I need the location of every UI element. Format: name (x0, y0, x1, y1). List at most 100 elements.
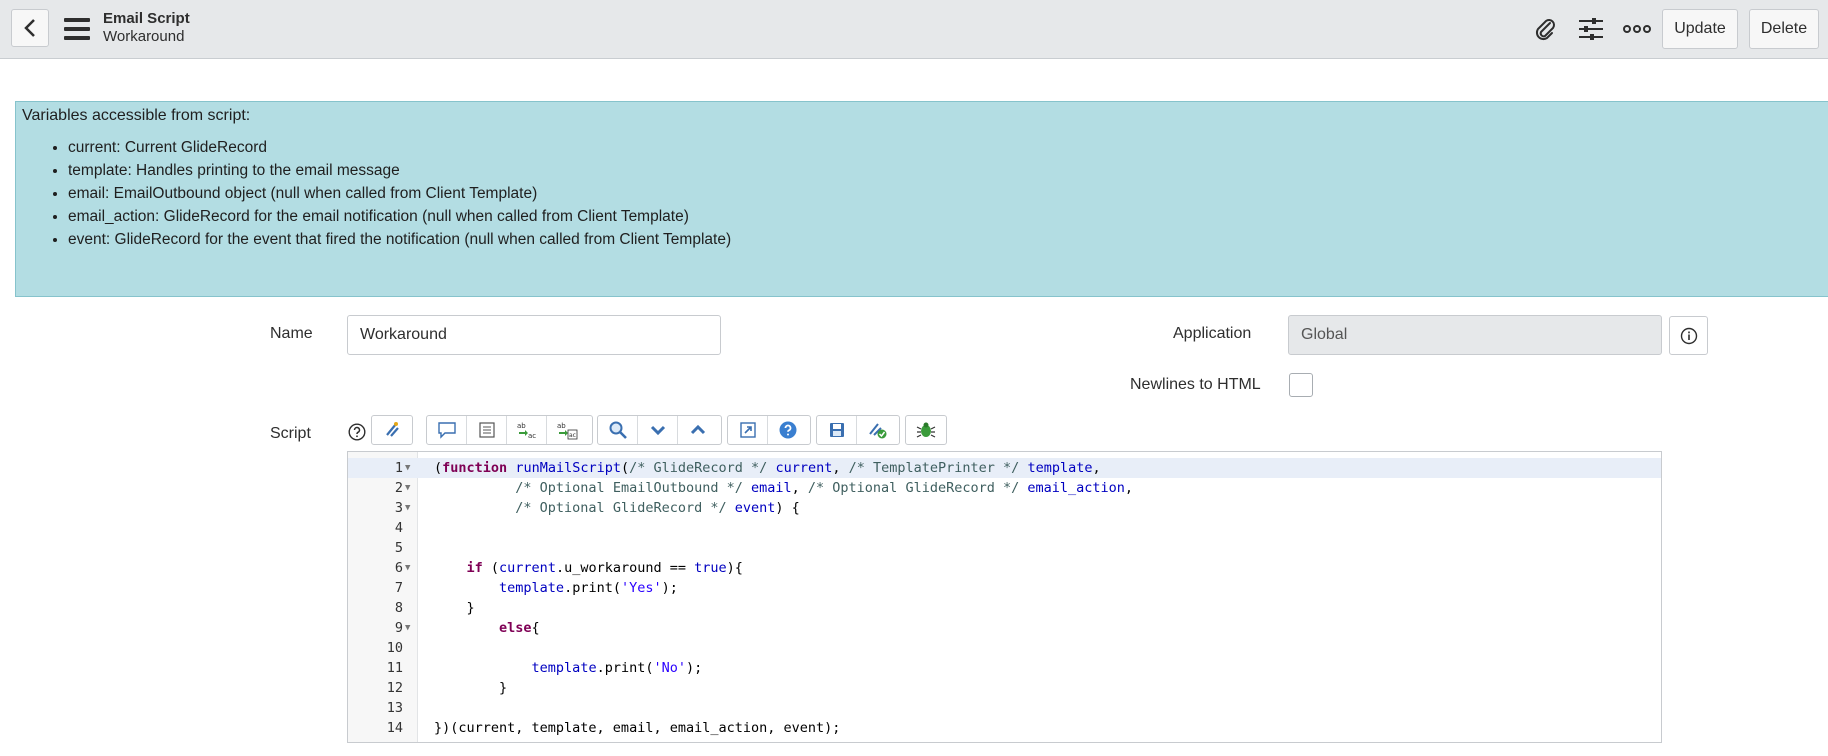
record-name-subtitle: Workaround (103, 28, 185, 45)
fold-arrow-icon[interactable]: ▼ (405, 478, 415, 498)
code-line: 3 ▼ /* Optional GlideRecord */ event) { (348, 498, 1661, 518)
more-options-icon[interactable] (1622, 14, 1652, 44)
replace-icon: abac (517, 422, 536, 440)
chevron-left-icon (24, 19, 35, 37)
fold-arrow-icon[interactable]: ▼ (405, 498, 415, 518)
list-item: current: Current GlideRecord (68, 136, 731, 159)
format-code-icon (386, 422, 399, 437)
help-icon[interactable] (348, 423, 366, 441)
code-line: 9 ▼ else{ (348, 618, 1661, 638)
find-previous-button[interactable] (678, 416, 718, 444)
code-line: 7 template.print('Yes'); (348, 578, 1661, 598)
save-button[interactable] (817, 416, 857, 444)
svg-text:ab: ab (517, 422, 526, 430)
search-button[interactable] (598, 416, 638, 444)
code-line: 12 } (348, 678, 1661, 698)
menu-icon[interactable] (64, 18, 90, 40)
line-number: 13 (386, 700, 403, 716)
code-line: 1 ▼ (function runMailScript(/* GlideReco… (348, 458, 1661, 478)
script-debugger-button[interactable] (906, 416, 946, 444)
list-item: template: Handles printing to the email … (68, 159, 731, 182)
line-number: 5 (394, 540, 403, 556)
application-label: Application (1173, 325, 1252, 342)
newlines-to-html-label: Newlines to HTML (1130, 376, 1261, 393)
bug-icon (916, 422, 936, 438)
syntax-check-icon (869, 423, 887, 439)
line-number: 8 (394, 600, 403, 616)
info-icon (1680, 327, 1697, 344)
code-line: 8 } (348, 598, 1661, 618)
line-number: 6 (394, 560, 403, 576)
application-info-button[interactable] (1669, 316, 1708, 355)
line-number: 9 (394, 620, 403, 636)
script-help-button[interactable] (768, 416, 808, 444)
line-number: 14 (386, 720, 403, 736)
insert-fields-button[interactable] (467, 416, 507, 444)
chevron-down-icon (650, 425, 665, 436)
document-list-icon (478, 422, 495, 438)
comment-icon (437, 422, 456, 439)
line-number: 3 (394, 500, 403, 516)
line-number: 12 (386, 680, 403, 696)
code-line: 4 (348, 518, 1661, 538)
code-line: 2 ▼ /* Optional EmailOutbound */ email, … (348, 478, 1661, 498)
variables-info-panel: Variables accessible from script: curren… (15, 101, 1828, 297)
application-field: Global (1288, 315, 1662, 355)
code-line: 13 (348, 698, 1661, 718)
expand-icon (739, 422, 756, 438)
line-number: 4 (394, 520, 403, 536)
info-panel-title: Variables accessible from script: (22, 107, 251, 124)
svg-text:ac: ac (528, 432, 536, 440)
list-item: event: GlideRecord for the event that fi… (68, 228, 731, 251)
script-editor[interactable]: 1 ▼ (function runMailScript(/* GlideReco… (347, 451, 1662, 743)
delete-button[interactable]: Delete (1749, 9, 1819, 49)
find-next-button[interactable] (638, 416, 678, 444)
code-line: 14 })(current, template, email, email_ac… (348, 718, 1661, 738)
fullscreen-button[interactable] (728, 416, 768, 444)
code-line: 5 (348, 538, 1661, 558)
format-code-button[interactable] (372, 416, 412, 444)
variables-list: current: Current GlideRecord template: H… (38, 136, 731, 251)
replace-all-button[interactable]: ab ac (547, 416, 587, 444)
update-button[interactable]: Update (1662, 9, 1738, 49)
syntax-check-button[interactable] (857, 416, 897, 444)
fold-arrow-icon[interactable]: ▼ (405, 558, 415, 578)
form-title: Email Script Workaround (103, 10, 190, 46)
toolbar-group-debug (905, 415, 947, 445)
replace-all-icon: abac (557, 422, 578, 440)
line-number: 2 (394, 480, 403, 496)
line-number: 1 (394, 460, 403, 476)
list-item: email_action: GlideRecord for the email … (68, 205, 731, 228)
toolbar-group-view (727, 415, 811, 445)
svg-text:ac: ac (569, 432, 576, 439)
toolbar-group-format (371, 415, 413, 445)
header-bar: Email Script Workaround Update Delete (0, 0, 1828, 59)
question-icon (779, 421, 797, 439)
paperclip-icon[interactable] (1530, 14, 1560, 44)
chevron-up-icon (690, 424, 706, 435)
svg-text:ab: ab (557, 422, 566, 430)
toolbar-group-save (816, 415, 900, 445)
script-label: Script (270, 425, 311, 442)
toggle-comment-button[interactable] (427, 416, 467, 444)
toolbar-group-edit: ab ac ab ac (426, 415, 593, 445)
record-type-title: Email Script (103, 10, 190, 27)
settings-sliders-icon[interactable] (1576, 14, 1606, 44)
line-number: 10 (386, 640, 403, 656)
code-line: 11 template.print('No'); (348, 658, 1661, 678)
replace-button[interactable]: ab ac (507, 416, 547, 444)
floppy-disk-icon (829, 423, 844, 437)
line-number: 7 (394, 580, 403, 596)
code-line: 6 ▼ if (current.u_workaround == true){ (348, 558, 1661, 578)
back-button[interactable] (11, 9, 49, 47)
code-line: 10 (348, 638, 1661, 658)
name-input[interactable]: Workaround (347, 315, 721, 355)
search-icon (609, 421, 627, 439)
name-label: Name (270, 325, 313, 342)
fold-arrow-icon[interactable]: ▼ (405, 458, 415, 478)
fold-arrow-icon[interactable]: ▼ (405, 618, 415, 638)
list-item: email: EmailOutbound object (null when c… (68, 182, 731, 205)
newlines-to-html-checkbox[interactable] (1289, 373, 1313, 397)
line-number: 11 (386, 660, 403, 676)
toolbar-group-search (597, 415, 722, 445)
